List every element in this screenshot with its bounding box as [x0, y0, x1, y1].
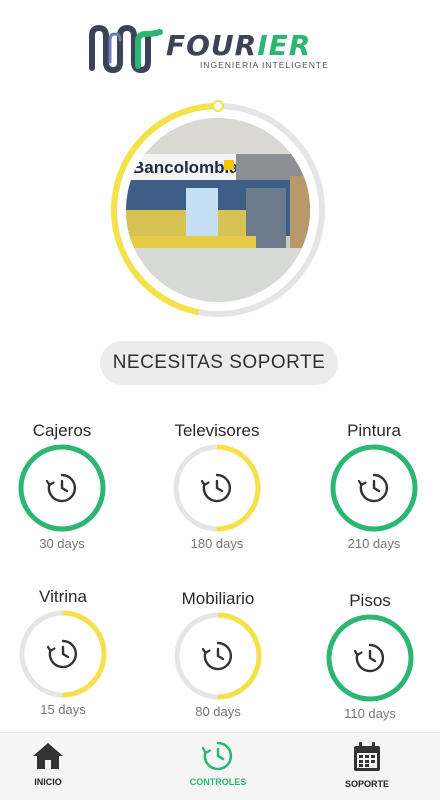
clock-history-icon	[353, 643, 385, 673]
brand-part2: IER	[257, 29, 312, 62]
fourier-logo: FOURIER INGENIERIA INTELIGENTE	[88, 24, 352, 80]
brand-name: FOURIER	[166, 30, 311, 62]
clock-history-icon	[200, 473, 232, 503]
item-title: Televisores	[174, 421, 260, 440]
item-cajeros[interactable]: Cajeros 30 days	[2, 420, 122, 551]
clock-history-icon	[201, 641, 233, 671]
item-vitrina[interactable]: Vitrina 15 days	[3, 586, 123, 717]
clock-history-icon	[45, 473, 77, 503]
item-progress-ring	[326, 614, 414, 702]
nav-item-controles[interactable]: CONTROLES	[163, 741, 273, 787]
nav-label-inicio: INICIO	[34, 777, 62, 787]
bank-sign-text: Bancolombia	[132, 158, 239, 177]
item-progress-ring	[19, 610, 107, 698]
item-progress-ring	[330, 444, 418, 532]
clock-refresh-icon	[202, 741, 233, 771]
item-progress-ring	[174, 612, 262, 700]
store-photo: Bancolombia	[126, 118, 310, 302]
item-title: Cajeros	[32, 421, 92, 440]
item-days: 15 days	[40, 702, 86, 717]
nav-label-controles: CONTROLES	[189, 777, 247, 787]
item-days: 110 days	[344, 706, 396, 721]
item-progress-ring	[18, 444, 106, 532]
support-button[interactable]: NECESITAS SOPORTE	[100, 341, 338, 385]
logo-wave-icon	[89, 24, 163, 74]
item-days: 80 days	[195, 704, 241, 719]
item-progress-ring	[173, 444, 261, 532]
item-days: 30 days	[39, 536, 85, 551]
clock-history-icon	[357, 473, 389, 503]
item-title: Pintura	[347, 421, 401, 440]
bottom-nav: INICIO CONTROLES SOPORTE	[0, 732, 440, 800]
item-mobiliario[interactable]: Mobiliario 80 days	[158, 588, 278, 719]
nav-label-soporte: SOPORTE	[344, 779, 389, 789]
item-pintura[interactable]: Pintura 210 days	[314, 420, 434, 551]
hero-progress: Bancolombia	[106, 98, 330, 322]
clock-history-icon	[46, 639, 78, 669]
brand-part1: FOUR	[166, 29, 258, 62]
hero-ring-knob	[212, 100, 224, 112]
home-icon	[33, 743, 63, 769]
calendar-icon	[354, 742, 380, 771]
nav-item-soporte[interactable]: SOPORTE	[312, 741, 422, 789]
brand-tagline: INGENIERIA INTELIGENTE	[200, 60, 329, 70]
item-days: 210 days	[347, 536, 401, 551]
item-title: Vitrina	[39, 587, 87, 606]
item-pisos[interactable]: Pisos 110 days	[310, 590, 430, 721]
nav-item-inicio[interactable]: INICIO	[0, 741, 103, 787]
item-televisores[interactable]: Televisores 180 days	[157, 420, 277, 551]
item-title: Mobiliario	[181, 589, 255, 608]
item-title: Pisos	[349, 591, 391, 610]
item-days: 180 days	[190, 536, 244, 551]
